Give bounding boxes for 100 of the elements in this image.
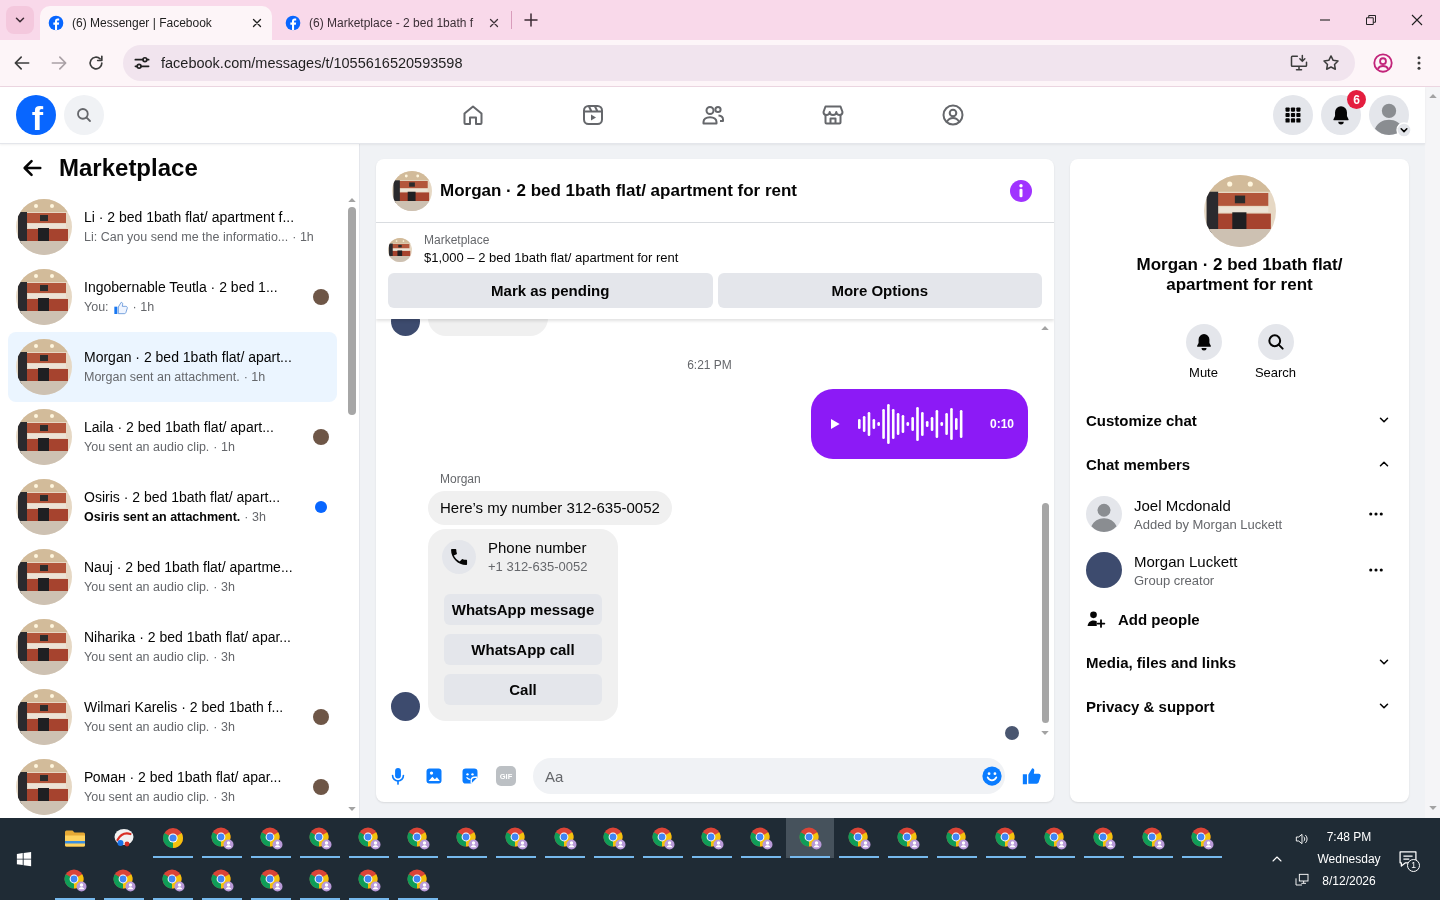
listing-photo	[16, 199, 72, 255]
listing-photo	[16, 339, 72, 395]
browser-icon[interactable]	[504, 826, 528, 850]
section-header[interactable]: Privacy & support	[1070, 684, 1409, 728]
thumbs-up-icon	[112, 299, 129, 316]
message-preview: You sent an audio clip.	[84, 579, 210, 596]
member-role: Group creator	[1134, 572, 1215, 589]
caret-down-icon[interactable]	[1396, 122, 1412, 138]
listing-summary: $1,000 – 2 bed 1bath flat/ apartment for rent	[424, 249, 679, 267]
close-icon[interactable]	[250, 16, 264, 30]
browser-icon[interactable]	[1141, 826, 1165, 850]
conversation-item[interactable]: Osiris · 2 bed 1bath flat/ apart... Osiris sent an attachment. · 3h	[8, 472, 337, 542]
conversation-item[interactable]: Wilmari Karelis · 2 bed 1bath f... You sent an audio clip. · 3h	[8, 682, 337, 752]
notifications-icon[interactable]	[1398, 849, 1418, 869]
listing-photo	[16, 619, 72, 675]
clock-time: 7:48 PM	[1326, 829, 1372, 846]
emoji-icon[interactable]	[981, 765, 1003, 787]
conversation-item[interactable]: Nauj · 2 bed 1bath flat/ apartme... You sent an audio clip. · 3h	[8, 542, 337, 612]
browser-icon[interactable]	[455, 826, 479, 850]
conversation-item[interactable]: Morgan · 2 bed 1bath flat/ apart... Morgan sent an attachment. · 1h	[8, 332, 337, 402]
browser-icon[interactable]	[161, 826, 185, 850]
browser-icon[interactable]	[847, 826, 871, 850]
browser-tab[interactable]: (6) Marketplace - 2 bed 1bath f	[277, 6, 509, 40]
browser-icon[interactable]	[259, 826, 283, 850]
network-icon[interactable]	[1294, 871, 1310, 888]
browser-icon[interactable]	[308, 868, 332, 892]
message-preview: Morgan sent an attachment.	[84, 369, 240, 386]
browser-icon[interactable]	[406, 868, 430, 892]
browser-icon[interactable]	[210, 868, 234, 892]
back-icon[interactable]	[21, 157, 43, 179]
conversation-item[interactable]: Роман · 2 bed 1bath flat/ apar... You sent an audio clip. · 3h	[8, 752, 337, 818]
mute-button[interactable]	[1185, 324, 1222, 360]
start-icon[interactable]	[15, 850, 33, 868]
browser-icon[interactable]	[700, 826, 724, 850]
install-icon[interactable]	[1289, 53, 1309, 73]
profile-icon[interactable]	[1372, 52, 1394, 74]
add-people-button[interactable]: Add people	[1070, 598, 1200, 640]
browser-icon[interactable]	[259, 868, 283, 892]
contact-action-button[interactable]: WhatsApp call	[444, 634, 602, 665]
browser-icon[interactable]	[1092, 826, 1116, 850]
close-icon[interactable]	[487, 16, 501, 30]
conversation-item[interactable]: Li · 2 bed 1bath flat/ apartment f... Li: Can you send me the informatio... · 1h	[8, 192, 337, 262]
message-field[interactable]: Aa	[533, 758, 1005, 794]
browser-icon[interactable]	[553, 826, 577, 850]
browser-icon[interactable]	[112, 868, 136, 892]
address-field[interactable]: facebook.com/messages/t/1055616520593598	[123, 45, 1355, 81]
browser-icon[interactable]	[749, 826, 773, 850]
logo[interactable]: f	[16, 95, 56, 135]
listing-action-button[interactable]: More Options	[717, 273, 1042, 308]
star-icon[interactable]	[1321, 53, 1341, 73]
scrollbar-thumb[interactable]	[1041, 503, 1049, 723]
browser-icon[interactable]	[63, 868, 87, 892]
search-button[interactable]	[1257, 324, 1294, 360]
message-bubble: Here’s my number 312-635-0052	[428, 491, 672, 525]
section-header[interactable]: Media, files and links	[1070, 640, 1409, 684]
conversation-title: Wilmari Karelis · 2 bed 1bath f...	[84, 698, 285, 716]
browser-tab[interactable]: (6) Messenger | Facebook	[40, 6, 272, 40]
friends-icon[interactable]	[700, 103, 725, 127]
browser-icon[interactable]	[357, 826, 381, 850]
listing-action-button[interactable]: Mark as pending	[388, 273, 713, 308]
listing-photo	[388, 237, 412, 262]
thumbs-up-icon[interactable]	[1021, 765, 1043, 787]
browser-icon[interactable]	[210, 826, 234, 850]
search-icon	[75, 106, 93, 124]
action-label: Mute	[1189, 365, 1218, 381]
browser-icon[interactable]	[357, 868, 381, 892]
contact-action-button[interactable]: Call	[444, 674, 602, 705]
browser-icon[interactable]	[406, 826, 430, 850]
browser-icon[interactable]	[308, 826, 332, 850]
plus-icon[interactable]	[522, 11, 540, 29]
section-header[interactable]: Chat members	[1070, 442, 1409, 486]
conversation-item[interactable]: Niharika · 2 bed 1bath flat/ apar... You sent an audio clip. · 3h	[8, 612, 337, 682]
gaming-icon[interactable]	[940, 103, 965, 127]
sticker-icon[interactable]	[460, 766, 480, 786]
video-icon[interactable]	[580, 103, 605, 127]
browser-icon[interactable]	[994, 826, 1018, 850]
member-role: Added by Morgan Luckett	[1134, 516, 1283, 533]
scrollbar-thumb[interactable]	[348, 207, 356, 415]
browser-icon[interactable]	[651, 826, 675, 850]
audio-duration: 0:10	[989, 417, 1014, 431]
store-icon[interactable]	[820, 103, 845, 127]
browser-icon[interactable]	[161, 868, 185, 892]
browser-icon[interactable]	[798, 826, 822, 850]
menu-button[interactable]	[1273, 95, 1313, 135]
image-icon[interactable]	[424, 766, 444, 786]
conversation-title: Morgan · 2 bed 1bath flat/ apartment for rent	[1135, 255, 1344, 295]
browser-icon[interactable]	[1043, 826, 1067, 850]
browser-icon[interactable]	[945, 826, 969, 850]
add-person-icon	[1086, 609, 1106, 629]
back-icon[interactable]	[12, 53, 32, 73]
browser-icon[interactable]	[896, 826, 920, 850]
browser-icon[interactable]	[602, 826, 626, 850]
notifications-button[interactable]	[1321, 95, 1361, 135]
reload-icon[interactable]	[86, 53, 106, 73]
browser-icon[interactable]	[1190, 826, 1214, 850]
section-header[interactable]: Customize chat	[1070, 398, 1409, 442]
info-icon[interactable]	[1009, 178, 1033, 203]
conversation-item[interactable]: Ingobernable Teutla · 2 bed 1... You: · 1h	[8, 262, 337, 332]
contact-action-button[interactable]: WhatsApp message	[444, 594, 602, 625]
conversation-item[interactable]: Laila · 2 bed 1bath flat/ apart... You sent an audio clip. · 1h	[8, 402, 337, 472]
